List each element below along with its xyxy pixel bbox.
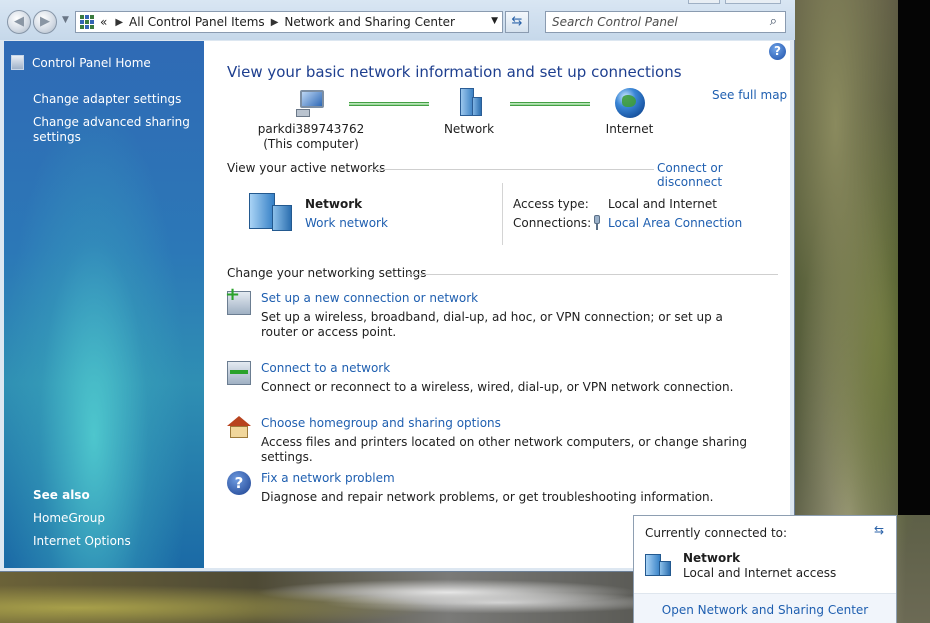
control-panel-home-icon: [11, 55, 24, 70]
control-panel-home-link[interactable]: Control Panel Home: [32, 56, 151, 71]
forward-button[interactable]: ▶: [33, 10, 57, 34]
see-full-map-link[interactable]: See full map: [712, 88, 787, 102]
breadcrumb-all-items[interactable]: All Control Panel Items: [129, 15, 265, 29]
breadcrumb-overflow[interactable]: «: [100, 15, 107, 29]
task-description: Set up a wireless, broadband, dial-up, a…: [261, 310, 723, 339]
desktop-dark-region: [898, 0, 930, 515]
troubleshoot-icon: ?: [227, 471, 251, 495]
caption-button[interactable]: [688, 0, 720, 4]
internet-options-link[interactable]: Internet Options: [33, 534, 131, 549]
connect-network-link[interactable]: Connect to a network: [261, 361, 390, 375]
recent-pages-dropdown-icon[interactable]: ▼: [62, 15, 69, 25]
page-title: View your basic network information and …: [227, 63, 682, 81]
fix-network-problem-link[interactable]: Fix a network problem: [261, 471, 395, 485]
network-building-icon[interactable]: [246, 191, 294, 233]
map-internet-label: Internet: [605, 122, 654, 136]
network-sharing-center-window: ◀ ▶ ▼ « ▶ All Control Panel Items ▶ Netw…: [0, 0, 795, 572]
caption-button[interactable]: [725, 0, 781, 4]
search-input[interactable]: Search Control Panel ⌕: [545, 11, 786, 33]
search-placeholder: Search Control Panel: [552, 15, 678, 29]
active-network-name: Network: [305, 197, 363, 211]
back-button[interactable]: ◀: [7, 10, 31, 34]
local-area-connection-link[interactable]: Local Area Connection: [608, 216, 742, 230]
map-network-label: Network: [443, 122, 495, 136]
section-divider: [369, 169, 654, 170]
address-dropdown-icon[interactable]: ▼: [491, 16, 498, 26]
open-network-sharing-center-link[interactable]: Open Network and Sharing Center: [634, 593, 896, 623]
new-connection-icon: [225, 284, 251, 315]
breadcrumb-network-sharing[interactable]: Network and Sharing Center: [284, 15, 455, 29]
chevron-right-icon[interactable]: ▶: [271, 17, 279, 28]
ethernet-plug-icon: [592, 215, 602, 230]
connect-network-icon: [227, 361, 251, 385]
vertical-divider: [502, 183, 503, 245]
section-divider: [408, 274, 778, 275]
change-adapter-settings-link[interactable]: Change adapter settings: [33, 92, 181, 107]
navigation-toolbar: ◀ ▶ ▼ « ▶ All Control Panel Items ▶ Netw…: [0, 0, 795, 40]
desktop-background-bottom: [0, 572, 640, 623]
control-panel-icon: [80, 15, 94, 29]
map-node-network[interactable]: Network: [434, 88, 504, 137]
network-location-link[interactable]: Work network: [305, 216, 388, 230]
active-networks-heading: View your active networks: [227, 161, 386, 175]
flyout-network-name: Network: [683, 551, 741, 565]
map-node-internet[interactable]: Internet: [597, 88, 662, 137]
task-description: Diagnose and repair network problems, or…: [261, 490, 714, 504]
address-bar[interactable]: « ▶ All Control Panel Items ▶ Network an…: [75, 11, 503, 33]
flyout-heading: Currently connected to:: [645, 526, 788, 540]
refresh-button[interactable]: ⇆: [505, 11, 529, 33]
map-node-computer: parkdi389743762 (This computer): [256, 88, 366, 152]
network-building-icon: [643, 552, 673, 580]
task-description: Access files and printers located on oth…: [261, 435, 747, 464]
search-icon[interactable]: ⌕: [770, 14, 777, 29]
task-pane: Control Panel Home Change adapter settin…: [4, 41, 204, 568]
chevron-right-icon: ▶: [115, 16, 124, 28]
change-settings-heading: Change your networking settings: [227, 266, 427, 280]
new-connection-link[interactable]: Set up a new connection or network: [261, 291, 478, 305]
flyout-network-status: Local and Internet access: [683, 566, 837, 580]
homegroup-sharing-link[interactable]: Choose homegroup and sharing options: [261, 416, 501, 430]
connections-label: Connections:: [513, 216, 592, 230]
computer-icon: [296, 88, 326, 118]
computer-name: parkdi389743762: [257, 122, 365, 136]
connect-or-disconnect-link[interactable]: Connect or disconnect: [657, 161, 790, 189]
access-type-value: Local and Internet: [608, 197, 717, 211]
main-content: ? View your basic network information an…: [204, 41, 790, 568]
network-building-icon: [454, 88, 484, 118]
network-flyout: Currently connected to: ⇆ Network Local …: [633, 515, 897, 623]
computer-note: (This computer): [263, 137, 359, 151]
homegroup-icon: [227, 416, 251, 440]
globe-icon: [614, 88, 645, 118]
task-description: Connect or reconnect to a wireless, wire…: [261, 380, 734, 394]
access-type-label: Access type:: [513, 197, 589, 211]
change-advanced-sharing-link[interactable]: Change advanced sharing settings: [33, 115, 193, 145]
see-also-heading: See also: [33, 488, 90, 502]
connection-line: [510, 102, 590, 106]
refresh-icon[interactable]: ⇆: [874, 523, 884, 537]
help-icon[interactable]: ?: [769, 43, 786, 60]
connection-line: [349, 102, 429, 106]
homegroup-link[interactable]: HomeGroup: [33, 511, 105, 526]
